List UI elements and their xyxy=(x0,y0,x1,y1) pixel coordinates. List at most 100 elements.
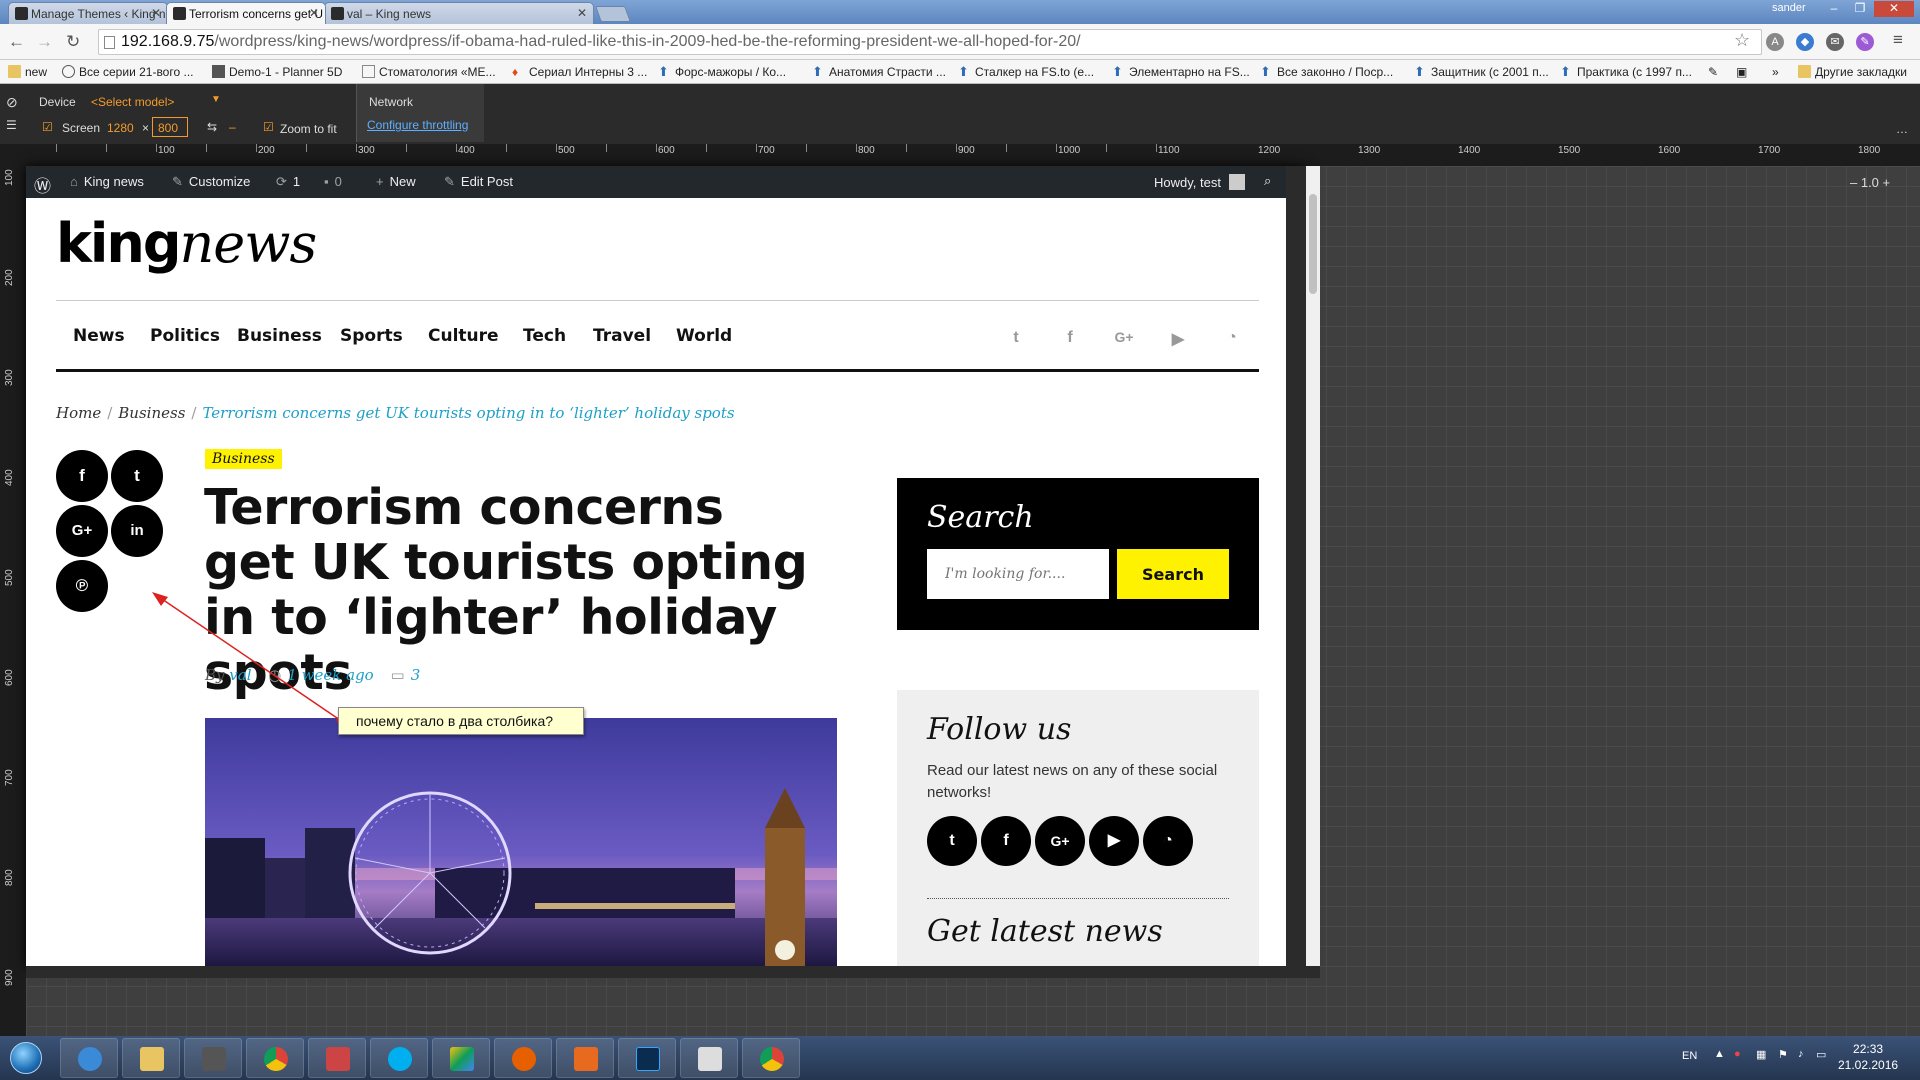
bookmark-item[interactable]: Demo-1 - Planner 5D xyxy=(212,65,342,79)
post-date[interactable]: 1 week ago xyxy=(287,666,373,684)
twitter-icon[interactable]: t xyxy=(1006,329,1026,349)
reload-icon[interactable]: ↻ xyxy=(66,32,80,52)
comments-count-link[interactable]: 3 xyxy=(411,666,421,684)
zoom-in-icon[interactable]: + xyxy=(1879,175,1891,190)
profile-name[interactable]: sander xyxy=(1772,2,1806,14)
model-select[interactable]: <Select model> xyxy=(91,95,174,109)
wordpress-logo-icon[interactable]: Ⓦ xyxy=(34,172,51,197)
resize-handle[interactable] xyxy=(26,966,1320,978)
clock[interactable]: 22:33 21.02.2016 xyxy=(1838,1041,1898,1073)
facebook-icon[interactable]: f xyxy=(1060,329,1080,349)
language-indicator[interactable]: EN xyxy=(1682,1050,1697,1062)
disable-emulation-icon[interactable]: ⊘ xyxy=(6,94,18,111)
taskbar-app[interactable] xyxy=(494,1038,552,1078)
follow-google-plus-icon[interactable]: G+ xyxy=(1035,816,1085,866)
url-input[interactable]: 192.168.9.75/wordpress/king-news/wordpre… xyxy=(98,29,1762,55)
screen-height-input[interactable]: 800 xyxy=(152,117,188,137)
share-pinterest-icon[interactable]: ℗ xyxy=(56,560,108,612)
zoom-to-fit-label[interactable]: Zoom to fit xyxy=(280,122,337,136)
restore-icon[interactable]: ❐ xyxy=(1848,1,1872,17)
swap-dimensions-icon[interactable]: ⇆ xyxy=(207,120,217,134)
close-icon[interactable]: ✕ xyxy=(309,6,319,20)
bookmark-item[interactable]: ⬆ Практика (с 1997 п... xyxy=(1560,65,1692,79)
close-icon[interactable]: ✕ xyxy=(151,6,161,20)
vertical-scrollbar[interactable] xyxy=(1306,166,1320,966)
share-google-plus-icon[interactable]: G+ xyxy=(56,505,108,557)
menu-icon[interactable]: ≡ xyxy=(1893,30,1903,50)
browser-tab[interactable]: Manage Themes ‹ King ne ✕ xyxy=(8,2,168,24)
browser-tab-active[interactable]: Terrorism concerns get U ✕ xyxy=(166,2,326,24)
bookmark-item[interactable]: ⬆ Анатомия Страсти ... xyxy=(812,65,946,79)
gift-icon[interactable]: ▣ xyxy=(1736,65,1747,79)
google-plus-icon[interactable]: G+ xyxy=(1114,329,1134,349)
forward-icon[interactable]: → xyxy=(36,32,53,52)
bookmark-item[interactable]: ⬆ Защитник (с 2001 п... xyxy=(1414,65,1549,79)
share-linkedin-icon[interactable]: in xyxy=(111,505,163,557)
bookmark-item[interactable]: ⬆ Сталкер на FS.to (е... xyxy=(958,65,1094,79)
breadcrumb-home[interactable]: Home xyxy=(56,404,101,422)
bookmark-item[interactable]: ♦ Сериал Интерны 3 ... xyxy=(512,65,647,79)
more-icon[interactable]: … xyxy=(1896,122,1908,136)
nav-item-world[interactable]: World xyxy=(676,326,732,346)
bookmark-item[interactable]: new xyxy=(8,65,47,79)
share-facebook-icon[interactable]: f xyxy=(56,450,108,502)
star-icon[interactable]: ☆ xyxy=(1734,30,1750,51)
opera-icon[interactable]: ● xyxy=(1734,1048,1741,1060)
chevron-down-icon[interactable]: ▼ xyxy=(211,94,221,105)
back-icon[interactable]: ← xyxy=(8,32,25,52)
tray-expand-icon[interactable]: ▲ xyxy=(1714,1048,1725,1060)
taskbar-app[interactable] xyxy=(246,1038,304,1078)
other-bookmarks[interactable]: Другие закладки xyxy=(1798,65,1907,79)
start-button[interactable] xyxy=(4,1038,48,1078)
site-name-link[interactable]: ⌂ King news xyxy=(70,174,144,189)
volume-icon[interactable]: ♪ xyxy=(1798,1048,1804,1060)
breadcrumb-current[interactable]: Terrorism concerns get UK tourists optin… xyxy=(202,404,734,422)
taskbar-app[interactable] xyxy=(370,1038,428,1078)
annotation-note[interactable]: почему стало в два столбика? xyxy=(338,707,584,735)
pencil-icon[interactable]: ✎ xyxy=(1708,65,1718,79)
share-twitter-icon[interactable]: t xyxy=(111,450,163,502)
category-badge[interactable]: Business xyxy=(205,449,282,469)
featured-image[interactable] xyxy=(205,718,837,966)
power-icon[interactable]: ▭ xyxy=(1816,1048,1826,1061)
mail-icon[interactable]: ✉ xyxy=(1826,33,1844,51)
customize-link[interactable]: ✎ Customize xyxy=(172,174,250,190)
updates-link[interactable]: ⟳ 1 xyxy=(276,174,300,190)
search-icon[interactable]: ⌕ xyxy=(1264,173,1271,189)
nav-item-tech[interactable]: Tech xyxy=(523,326,566,346)
taskbar-app[interactable] xyxy=(122,1038,180,1078)
youtube-icon[interactable]: ▶ xyxy=(1168,329,1188,349)
search-button[interactable]: Search xyxy=(1117,549,1229,599)
pen-icon[interactable]: ✎ xyxy=(1856,33,1874,51)
bookmark-item[interactable]: ⬆ Элементарно на FS... xyxy=(1112,65,1250,79)
nav-item-culture[interactable]: Culture xyxy=(428,326,499,346)
breadcrumb-section[interactable]: Business xyxy=(118,404,185,422)
comments-link[interactable]: ▪ 0 xyxy=(324,174,342,189)
network-icon[interactable]: ▦ xyxy=(1756,1048,1766,1061)
search-input[interactable] xyxy=(927,549,1109,599)
browser-tab[interactable]: val – King news ✕ xyxy=(324,2,594,24)
bookmark-item[interactable]: Все серии 21-вого ... xyxy=(62,65,193,79)
zoom-control[interactable]: – 1.0 + xyxy=(1850,175,1890,190)
close-window-icon[interactable]: ✕ xyxy=(1874,1,1914,17)
follow-rss-icon[interactable]: ◔ xyxy=(1143,816,1193,866)
minus-icon[interactable]: – xyxy=(229,120,236,134)
site-logo[interactable]: kingnews xyxy=(56,212,317,275)
screen-width-input[interactable]: 1280 xyxy=(107,121,134,135)
taskbar-app[interactable] xyxy=(184,1038,242,1078)
scrollbar-thumb[interactable] xyxy=(1309,194,1317,294)
nav-item-sports[interactable]: Sports xyxy=(340,326,403,346)
flag-icon[interactable]: ⚑ xyxy=(1778,1048,1788,1061)
new-tab-button[interactable] xyxy=(595,6,631,22)
taskbar-app[interactable] xyxy=(60,1038,118,1078)
bookmark-item[interactable]: Стоматология «МЕ... xyxy=(362,65,496,79)
taskbar-app[interactable] xyxy=(432,1038,490,1078)
drawer-icon[interactable]: ☰ xyxy=(6,118,17,132)
nav-item-politics[interactable]: Politics xyxy=(150,326,220,346)
bookmark-item[interactable]: ⬆ Все законно / Поср... xyxy=(1260,65,1393,79)
nav-item-business[interactable]: Business xyxy=(237,326,322,346)
follow-facebook-icon[interactable]: f xyxy=(981,816,1031,866)
extension-icon[interactable]: ◆ xyxy=(1796,33,1814,51)
nav-item-news[interactable]: News xyxy=(73,326,125,346)
checkbox-icon[interactable]: ☑ xyxy=(263,120,274,134)
